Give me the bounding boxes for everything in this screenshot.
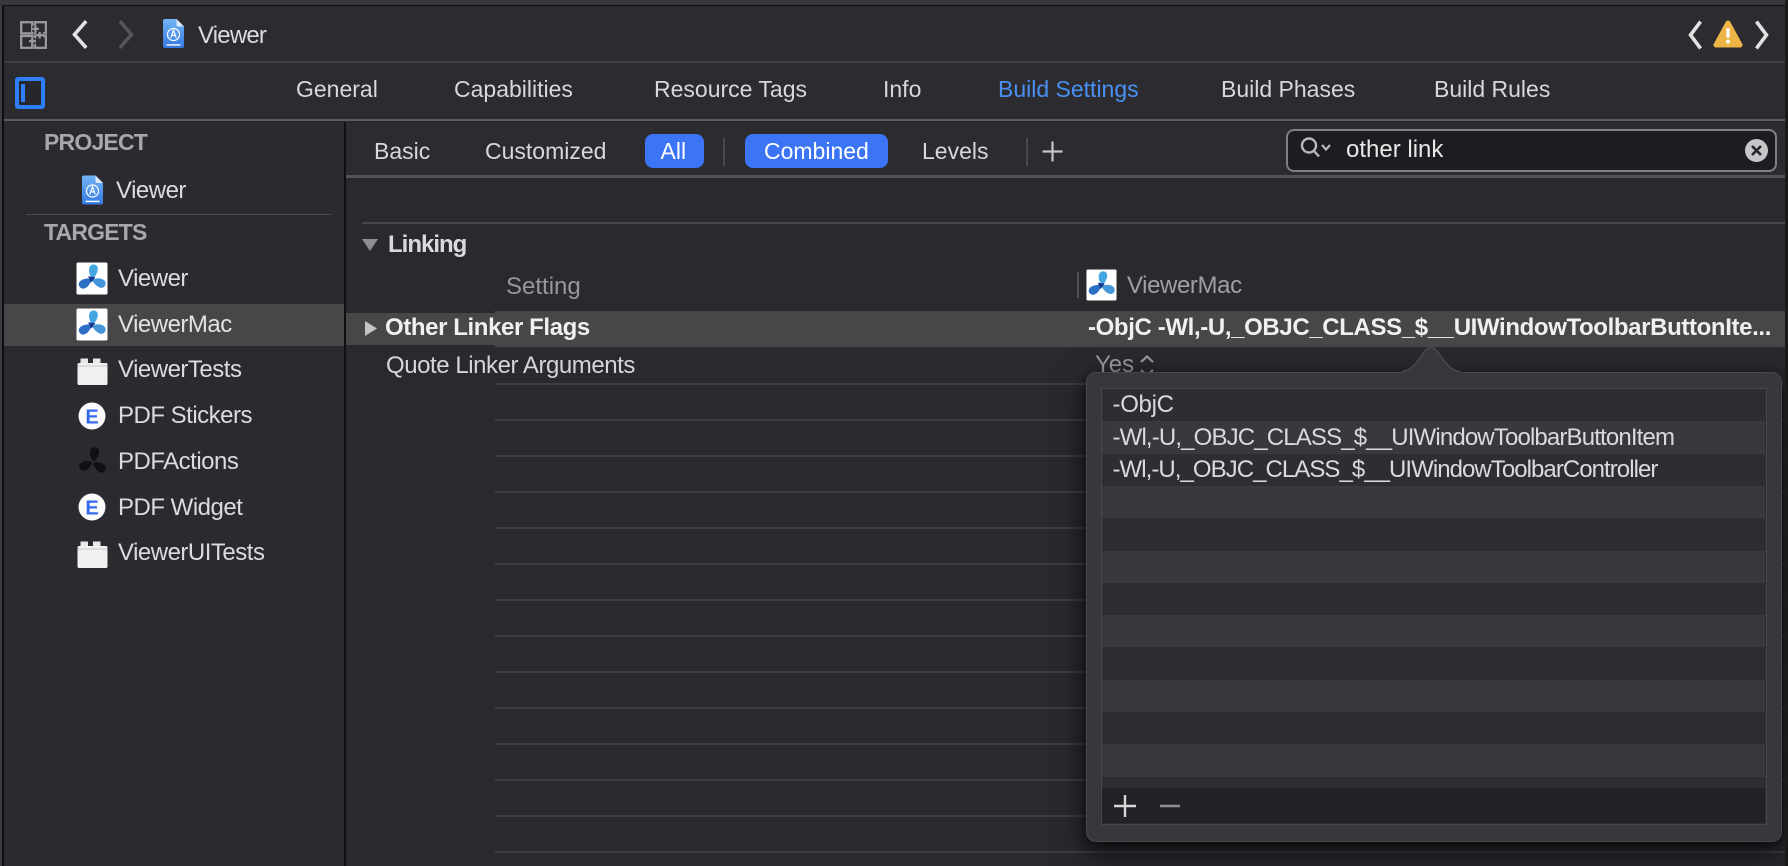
svg-text:E: E bbox=[85, 498, 98, 520]
svg-text:E: E bbox=[85, 406, 98, 428]
